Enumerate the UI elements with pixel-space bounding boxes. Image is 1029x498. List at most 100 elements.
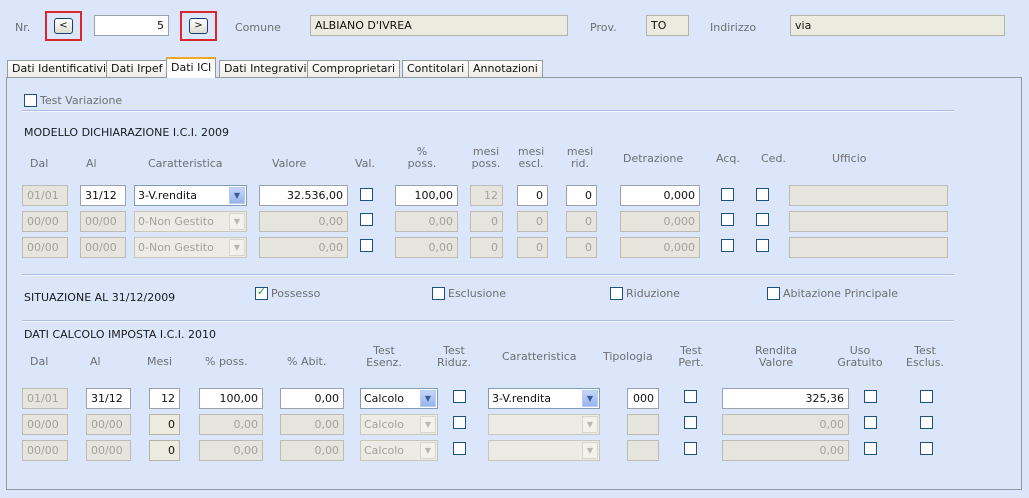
calc-row1-poss[interactable]: 100,00 xyxy=(199,388,263,409)
ici-row2-mesi-rid[interactable]: 0 xyxy=(566,211,597,232)
calc-row3-dal[interactable]: 00/00 xyxy=(22,440,68,461)
ici-row3-mesi-rid[interactable]: 0 xyxy=(566,237,597,258)
ici-row2-acq-checkbox[interactable] xyxy=(721,213,734,226)
calc-row3-mesi[interactable]: 0 xyxy=(149,440,180,461)
ici-row1-val-checkbox[interactable] xyxy=(360,188,373,201)
calc-row1-abit[interactable]: 0,00 xyxy=(280,388,344,409)
ici-row1-al[interactable]: 31/12 xyxy=(80,185,126,206)
prev-record-button[interactable]: < xyxy=(45,11,82,41)
ici-row1-detrazione[interactable]: 0,000 xyxy=(620,185,700,206)
calc-row1-test-riduz-checkbox[interactable] xyxy=(453,390,466,403)
calc-row1-test-esclus-checkbox[interactable] xyxy=(920,390,933,403)
calc-row2-poss[interactable]: 0,00 xyxy=(199,414,263,435)
chevron-down-icon[interactable]: ▼ xyxy=(420,390,436,407)
test-variazione-checkbox[interactable] xyxy=(24,94,37,107)
calc-row3-rendita-valore[interactable]: 0,00 xyxy=(722,440,849,461)
chevron-down-icon[interactable]: ▼ xyxy=(420,416,436,433)
ici-row3-caratteristica-select[interactable]: 0-Non Gestito ▼ xyxy=(134,237,247,258)
ici-row3-ufficio[interactable] xyxy=(789,237,948,258)
calc-row3-al[interactable]: 00/00 xyxy=(86,440,131,461)
calc-row2-caratteristica-select[interactable]: ▼ xyxy=(488,414,600,435)
chevron-down-icon[interactable]: ▼ xyxy=(582,442,598,459)
ici-row3-acq-checkbox[interactable] xyxy=(721,239,734,252)
calc-row3-uso-gratuito-checkbox[interactable] xyxy=(864,442,877,455)
ici-row1-ufficio[interactable] xyxy=(789,185,948,206)
ici-row3-val-checkbox[interactable] xyxy=(360,239,373,252)
calc-row3-test-esenz-select[interactable]: Calcolo ▼ xyxy=(360,440,438,461)
abitazione-principale-checkbox[interactable] xyxy=(767,287,780,300)
comune-field[interactable]: ALBIANO D'IVREA xyxy=(310,15,568,36)
ici-row2-detrazione[interactable]: 0,000 xyxy=(620,211,700,232)
riduzione-checkbox[interactable] xyxy=(610,287,623,300)
chevron-down-icon[interactable]: ▼ xyxy=(229,213,245,230)
calc-row3-test-pert-checkbox[interactable] xyxy=(684,442,697,455)
ici-row2-poss[interactable]: 0,00 xyxy=(395,211,458,232)
ici-row1-mesi-escl[interactable]: 0 xyxy=(517,185,548,206)
ici-row1-ced-checkbox[interactable] xyxy=(756,188,769,201)
ici-row3-ced-checkbox[interactable] xyxy=(756,239,769,252)
ici-row1-acq-checkbox[interactable] xyxy=(721,188,734,201)
ici-row2-caratteristica-select[interactable]: 0-Non Gestito ▼ xyxy=(134,211,247,232)
prov-field[interactable]: TO xyxy=(646,15,689,36)
ici-row3-mesi-poss[interactable]: 0 xyxy=(470,237,503,258)
calc-row2-test-esenz-select[interactable]: Calcolo ▼ xyxy=(360,414,438,435)
calc-row2-rendita-valore[interactable]: 0,00 xyxy=(722,414,849,435)
calc-row1-test-pert-checkbox[interactable] xyxy=(684,390,697,403)
ici-row1-caratteristica-select[interactable]: 3-V.rendita ▼ xyxy=(134,185,247,206)
ici-row1-valore[interactable]: 32.536,00 xyxy=(259,185,348,206)
tab-comproprietari[interactable]: Comproprietari xyxy=(307,60,401,77)
calc-row3-test-esclus-checkbox[interactable] xyxy=(920,442,933,455)
ici-row2-mesi-poss[interactable]: 0 xyxy=(470,211,503,232)
calc-row2-test-riduz-checkbox[interactable] xyxy=(453,416,466,429)
chevron-down-icon[interactable]: ▼ xyxy=(582,416,598,433)
tab-dati-identificativi[interactable]: Dati Identificativi xyxy=(7,60,112,77)
calc-row1-caratteristica-select[interactable]: 3-V.rendita ▼ xyxy=(488,388,600,409)
calc-row2-dal[interactable]: 00/00 xyxy=(22,414,68,435)
calc-row1-al[interactable]: 31/12 xyxy=(86,388,131,409)
ici-row1-mesi-rid[interactable]: 0 xyxy=(566,185,597,206)
ici-row2-ufficio[interactable] xyxy=(789,211,948,232)
calc-row3-tipologia[interactable] xyxy=(627,440,659,461)
ici-row2-al[interactable]: 00/00 xyxy=(80,211,126,232)
tab-dati-ici[interactable]: Dati ICI xyxy=(166,57,217,78)
ici-row3-detrazione[interactable]: 0,000 xyxy=(620,237,700,258)
next-record-button[interactable]: > xyxy=(180,11,217,41)
calc-row2-tipologia[interactable] xyxy=(627,414,659,435)
calc-row1-dal[interactable]: 01/01 xyxy=(22,388,68,409)
ici-row1-mesi-poss[interactable]: 12 xyxy=(470,185,503,206)
esclusione-checkbox[interactable] xyxy=(432,287,445,300)
calc-row2-uso-gratuito-checkbox[interactable] xyxy=(864,416,877,429)
calc-row2-test-esclus-checkbox[interactable] xyxy=(920,416,933,429)
ici-row2-valore[interactable]: 0,00 xyxy=(259,211,348,232)
calc-row2-al[interactable]: 00/00 xyxy=(86,414,131,435)
chevron-down-icon[interactable]: ▼ xyxy=(229,187,245,204)
calc-row3-caratteristica-select[interactable]: ▼ xyxy=(488,440,600,461)
ici-row3-dal[interactable]: 00/00 xyxy=(22,237,68,258)
calc-row3-abit[interactable]: 0,00 xyxy=(280,440,344,461)
ici-row3-valore[interactable]: 0,00 xyxy=(259,237,348,258)
indirizzo-field[interactable]: via xyxy=(790,15,1005,36)
record-number-field[interactable]: 5 xyxy=(94,15,169,36)
ici-row2-mesi-escl[interactable]: 0 xyxy=(517,211,548,232)
ici-row2-ced-checkbox[interactable] xyxy=(756,213,769,226)
chevron-down-icon[interactable]: ▼ xyxy=(229,239,245,256)
calc-row2-abit[interactable]: 0,00 xyxy=(280,414,344,435)
ici-row3-mesi-escl[interactable]: 0 xyxy=(517,237,548,258)
calc-row2-test-pert-checkbox[interactable] xyxy=(684,416,697,429)
calc-row3-poss[interactable]: 0,00 xyxy=(199,440,263,461)
calc-row1-rendita-valore[interactable]: 325,36 xyxy=(722,388,849,409)
tab-annotazioni[interactable]: Annotazioni xyxy=(468,60,543,77)
tab-dati-integrativi[interactable]: Dati Integrativi xyxy=(219,60,312,77)
calc-row1-test-esenz-select[interactable]: Calcolo ▼ xyxy=(360,388,438,409)
calc-row3-test-riduz-checkbox[interactable] xyxy=(453,442,466,455)
chevron-down-icon[interactable]: ▼ xyxy=(420,442,436,459)
tab-dati-irpef[interactable]: Dati Irpef xyxy=(106,60,168,77)
ici-row1-poss[interactable]: 100,00 xyxy=(395,185,458,206)
ici-row3-poss[interactable]: 0,00 xyxy=(395,237,458,258)
ici-row2-dal[interactable]: 00/00 xyxy=(22,211,68,232)
calc-row1-tipologia[interactable]: 000 xyxy=(627,388,659,409)
calc-row1-mesi[interactable]: 12 xyxy=(149,388,180,409)
tab-contitolari[interactable]: Contitolari xyxy=(402,60,470,77)
possesso-checkbox[interactable]: ✓ xyxy=(255,285,268,300)
ici-row3-al[interactable]: 00/00 xyxy=(80,237,126,258)
